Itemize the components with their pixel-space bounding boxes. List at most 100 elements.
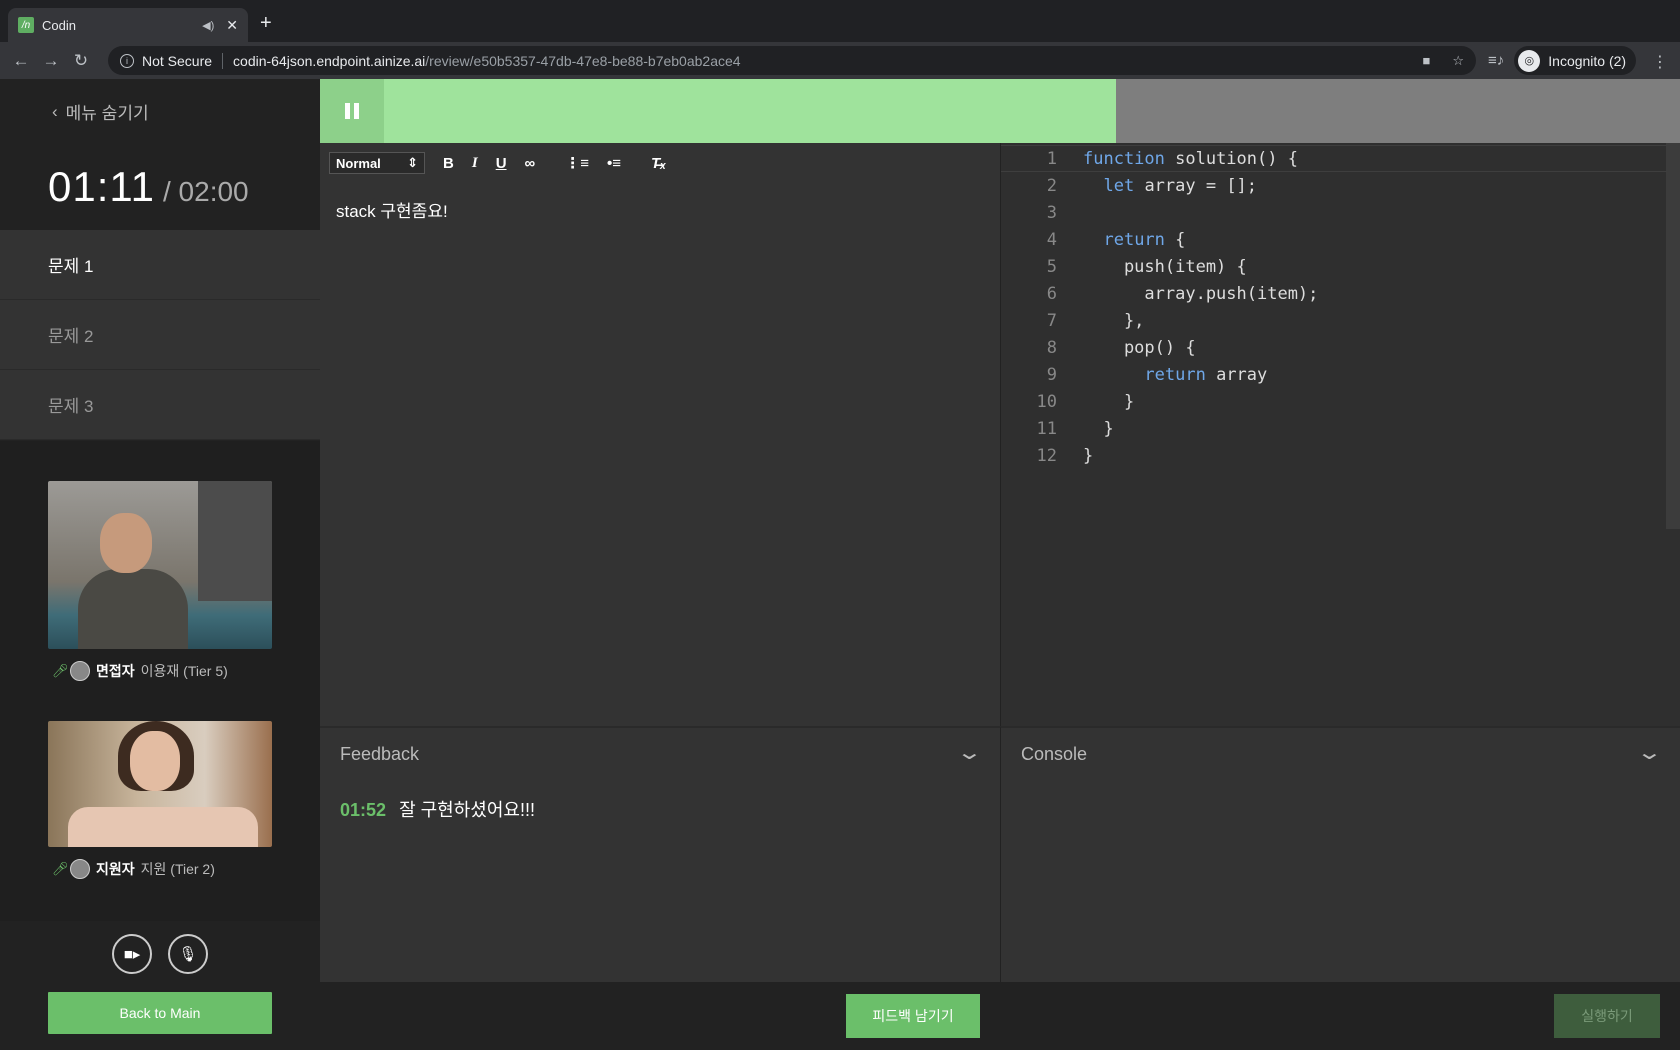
url-host: codin-64json.endpoint.ainize.ai (233, 52, 426, 69)
code-scrollbar[interactable] (1666, 143, 1680, 529)
line-number: 6 (1046, 283, 1057, 304)
link-icon[interactable]: ∞ (525, 155, 536, 172)
bottom-action-bar: 피드백 남기기 실행하기 (320, 982, 1680, 1050)
problem-item-3[interactable]: 문제 3 (0, 370, 320, 440)
participant-name: 지원 (Tier 2) (140, 861, 215, 877)
problem-editor: Normal ⇕ B I U ∞ ⋮≡ •≡ T̶ₓ stack 구현좀요! (320, 143, 1000, 726)
code-text: }, (1083, 310, 1145, 331)
hide-menu-label: 메뉴 숨기기 (65, 104, 149, 123)
problem-item-1[interactable]: 문제 1 (0, 230, 320, 300)
replay-progress-bar[interactable] (320, 79, 1680, 143)
code-line[interactable]: 12} (1001, 442, 1667, 469)
feedback-panel: Feedback ⌄ 01:52 잘 구현하셨어요!!! (320, 726, 1000, 982)
security-label: Not Secure (142, 52, 213, 69)
microphone-toggle[interactable]: 🎙︎ (168, 934, 208, 974)
code-line[interactable]: 8 pop() { (1001, 334, 1667, 361)
back-arrow-icon[interactable]: ← (6, 51, 36, 71)
info-icon[interactable]: i (120, 53, 134, 68)
participant-role: 지원자 (96, 861, 135, 877)
candidate-label: 🎤︎ 지원자 지원 (Tier 2) (52, 859, 215, 879)
problem-item-2[interactable]: 문제 2 (0, 300, 320, 370)
bold-icon[interactable]: B (443, 155, 454, 172)
candidate-video (48, 721, 272, 847)
browser-toolbar: ← → ↻ i Not Secure codin-64json.endpoint… (0, 42, 1680, 79)
feedback-entry: 01:52 잘 구현하셨어요!!! (340, 796, 535, 822)
star-icon[interactable]: ☆ (1452, 53, 1464, 69)
media-control-icon[interactable]: ≡♪ (1488, 52, 1504, 69)
code-line[interactable]: 1 function solution() { (1001, 145, 1667, 172)
console-title: Console (1021, 744, 1088, 764)
code-text: return { (1103, 229, 1186, 250)
feedback-text: 잘 구현하셨어요!!! (399, 800, 535, 820)
code-line[interactable]: 6 array.push(item); (1001, 280, 1667, 307)
editor-content[interactable]: stack 구현좀요! (336, 197, 448, 222)
code-editor[interactable]: 1 function solution() {2 let array = []; 3… (1000, 143, 1680, 726)
incognito-profile[interactable]: ◎ Incognito (2) (1514, 46, 1637, 75)
new-tab-button[interactable]: + (260, 12, 272, 35)
chevron-down-icon[interactable]: ⌄ (956, 740, 983, 765)
feedback-time[interactable]: 01:52 (340, 800, 386, 820)
format-select[interactable]: Normal ⇕ (329, 152, 425, 174)
interviewer-video (48, 481, 272, 649)
hide-menu-button[interactable]: ‹ 메뉴 숨기기 (52, 99, 149, 124)
editor-toolbar: Normal ⇕ B I U ∞ ⋮≡ •≡ T̶ₓ (329, 152, 666, 174)
address-bar[interactable]: i Not Secure codin-64json.endpoint.ainiz… (108, 46, 1476, 75)
avatar (70, 661, 90, 681)
mic-icon: 🎤︎ (52, 663, 69, 678)
code-text: let array = []; (1103, 175, 1258, 196)
code-line[interactable]: 4 return { (1001, 226, 1667, 253)
code-text: } (1083, 391, 1135, 412)
italic-icon[interactable]: I (472, 155, 478, 172)
code-line[interactable]: 10 } (1001, 388, 1667, 415)
format-select-value: Normal (336, 155, 381, 171)
chevron-left-icon: ‹ (52, 101, 58, 121)
participant-role: 면접자 (96, 663, 135, 679)
video-person-head (130, 731, 180, 791)
favicon: /n (18, 17, 34, 33)
video-panel: 🎤︎ 면접자 이용재 (Tier 5) 🎤︎ 지원자 지원 (Tier 2) (0, 441, 320, 921)
reload-icon[interactable]: ↻ (66, 51, 96, 71)
clear-format-icon[interactable]: T̶ₓ (651, 155, 666, 172)
back-to-main-button[interactable]: Back to Main (48, 992, 272, 1034)
code-line[interactable]: 3 (1001, 199, 1667, 226)
console-panel: Console ⌄ (1000, 726, 1680, 982)
code-text: } (1083, 418, 1114, 439)
browser-tab[interactable]: /n Codin ◀) ✕ (8, 8, 248, 42)
divider (222, 52, 224, 69)
close-tab-icon[interactable]: ✕ (226, 17, 238, 34)
code-text: pop() { (1083, 337, 1196, 358)
pause-button[interactable] (320, 79, 384, 143)
code-line[interactable]: 9 return array (1001, 361, 1667, 388)
pause-icon-bar (354, 103, 359, 119)
sidebar: ‹ 메뉴 숨기기 01:11 / 02:00 문제 1 문제 2 문제 3 🎤︎… (0, 79, 320, 1050)
line-number: 5 (1046, 256, 1057, 277)
problem-list: 문제 1 문제 2 문제 3 (0, 230, 320, 440)
microphone-icon: 🎙︎ (178, 946, 198, 963)
line-number: 8 (1046, 337, 1057, 358)
code-line[interactable]: 7 }, (1001, 307, 1667, 334)
bullet-list-icon[interactable]: •≡ (607, 155, 621, 172)
video-background (198, 481, 272, 601)
camera-icon[interactable]: ■ (1422, 53, 1430, 69)
leave-feedback-button[interactable]: 피드백 남기기 (846, 994, 980, 1038)
timer-total: / 02:00 (163, 176, 249, 207)
line-number: 11 (1036, 418, 1057, 439)
run-button[interactable]: 실행하기 (1554, 994, 1660, 1038)
code-line[interactable]: 5 push(item) { (1001, 253, 1667, 280)
ordered-list-icon[interactable]: ⋮≡ (565, 154, 589, 172)
code-line[interactable]: 2 let array = []; (1001, 172, 1667, 199)
avatar (70, 859, 90, 879)
url-path: /review/e50b5357-47db-47e8-be88-b7eb0ab2… (425, 52, 741, 69)
forward-arrow-icon[interactable]: → (36, 51, 66, 71)
select-arrows-icon: ⇕ (407, 155, 418, 170)
tab-title: Codin (42, 17, 76, 33)
more-menu-icon[interactable]: ⋮ (1652, 52, 1668, 72)
mic-icon: 🎤︎ (52, 861, 69, 876)
code-text: } (1083, 445, 1094, 466)
underline-icon[interactable]: U (496, 155, 507, 172)
chevron-down-icon[interactable]: ⌄ (1636, 740, 1663, 765)
code-line[interactable]: 11 } (1001, 415, 1667, 442)
video-camera-toggle[interactable]: ■▸ (112, 934, 152, 974)
video-camera-icon: ■▸ (123, 946, 141, 963)
speaker-icon[interactable]: ◀) (202, 19, 214, 32)
